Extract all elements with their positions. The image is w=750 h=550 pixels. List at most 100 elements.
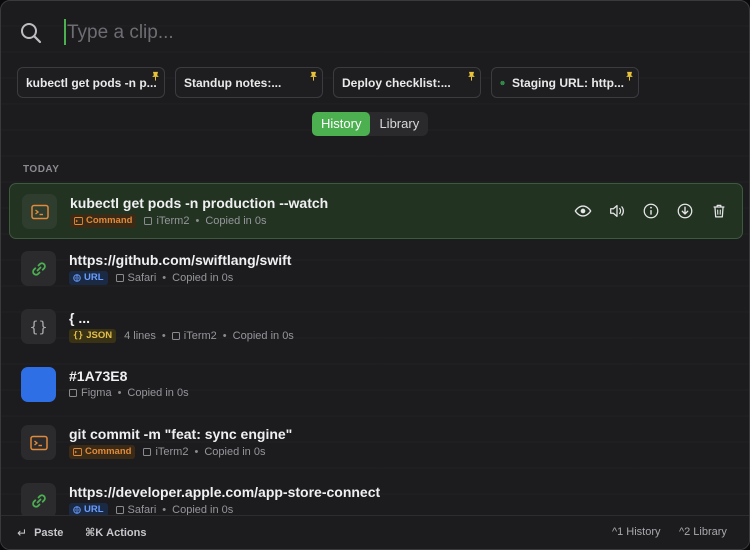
separator-dot: • bbox=[162, 272, 167, 284]
search-bar bbox=[17, 15, 733, 51]
app-icon bbox=[144, 217, 153, 225]
separator-dot: • bbox=[161, 330, 166, 342]
clip-row[interactable]: https://github.com/swiftlang/swift URL S… bbox=[9, 241, 743, 297]
actions-label: Actions bbox=[106, 526, 147, 539]
source-app: Figma bbox=[81, 387, 112, 399]
app-icon bbox=[69, 389, 77, 397]
clip-thumbnail bbox=[21, 425, 56, 460]
section-header-today: TODAY bbox=[23, 164, 60, 175]
pinned-clip[interactable]: kubectl get pods -n p... bbox=[17, 67, 165, 98]
clip-meta: Figma • Copied in 0s bbox=[69, 387, 189, 399]
source-app: Safari bbox=[127, 272, 157, 284]
pinned-clip-label: Standup notes:... bbox=[184, 75, 282, 90]
type-badge-command: Command bbox=[69, 445, 136, 459]
source-app: iTerm2 bbox=[156, 215, 190, 227]
search-input[interactable] bbox=[63, 15, 563, 51]
actions-key: ⌘K bbox=[85, 527, 104, 539]
pin-icon bbox=[468, 71, 475, 81]
pin-icon bbox=[152, 71, 159, 81]
history-shortcut[interactable]: ^1 History bbox=[612, 526, 661, 538]
search-icon bbox=[21, 23, 42, 44]
clip-title: #1A73E8 bbox=[69, 368, 128, 384]
text-caret bbox=[64, 19, 66, 45]
type-badge-label: Command bbox=[85, 446, 132, 457]
separator-dot: • bbox=[222, 330, 227, 342]
pinned-clip[interactable]: Standup notes:... bbox=[175, 67, 323, 98]
eye-icon[interactable] bbox=[574, 202, 592, 220]
pinned-clip-label: Deploy checklist:... bbox=[342, 75, 451, 90]
clip-title: https://github.com/swiftlang/swift bbox=[69, 252, 292, 268]
library-shortcut[interactable]: ^2 Library bbox=[679, 526, 727, 538]
clip-row[interactable]: kubectl get pods -n production --watch C… bbox=[9, 183, 743, 239]
clipboard-window: kubectl get pods -n p... Standup notes:.… bbox=[0, 0, 750, 550]
terminal-icon bbox=[30, 204, 49, 219]
clip-thumbnail bbox=[21, 251, 56, 286]
speaker-icon[interactable] bbox=[608, 202, 626, 220]
clip-meta: Command iTerm2 • Copied in 0s bbox=[69, 445, 265, 459]
type-badge-command: Command bbox=[70, 214, 137, 228]
pinned-clip-label: kubectl get pods -n p... bbox=[26, 75, 157, 90]
app-icon bbox=[115, 274, 124, 282]
source-app: iTerm2 bbox=[155, 446, 189, 458]
clip-row[interactable]: #1A73E8 Figma • Copied in 0s bbox=[9, 357, 743, 413]
download-icon[interactable] bbox=[676, 202, 694, 220]
braces-icon: {} bbox=[73, 331, 84, 341]
clip-title: kubectl get pods -n production --watch bbox=[70, 195, 329, 211]
library-key: ^2 bbox=[679, 526, 691, 538]
separator-dot: • bbox=[194, 446, 199, 458]
tab-library[interactable]: Library bbox=[370, 112, 428, 136]
copied-time: Copied in 0s bbox=[172, 272, 234, 284]
type-badge-json: {} JSON bbox=[69, 329, 117, 343]
clip-row[interactable]: {} { ... {} JSON 4 lines • iTerm2 • Copi… bbox=[9, 299, 743, 355]
row-actions bbox=[574, 202, 728, 220]
history-key: ^1 bbox=[612, 526, 624, 538]
pinned-clip-label: Staging URL: http... bbox=[512, 75, 624, 90]
paste-label: Paste bbox=[34, 527, 64, 539]
app-icon bbox=[171, 332, 180, 340]
actions-shortcut[interactable]: ⌘K Actions bbox=[85, 526, 147, 540]
clip-title: { ... bbox=[69, 310, 91, 326]
library-label: Library bbox=[693, 526, 727, 538]
pinned-clip[interactable]: Staging URL: http... bbox=[491, 67, 639, 98]
type-badge-label: URL bbox=[84, 272, 104, 283]
pinned-clips: kubectl get pods -n p... Standup notes:.… bbox=[17, 67, 639, 98]
tab-history[interactable]: History bbox=[312, 112, 371, 136]
clip-thumbnail bbox=[22, 194, 57, 229]
type-badge-url: URL bbox=[69, 271, 108, 285]
terminal-icon bbox=[74, 217, 83, 225]
app-icon bbox=[115, 506, 124, 514]
clip-meta: Command iTerm2 • Copied in 0s bbox=[70, 214, 266, 228]
clip-thumbnail bbox=[21, 483, 56, 518]
globe-icon bbox=[500, 80, 505, 85]
view-tabs: History Library bbox=[312, 112, 429, 136]
terminal-icon bbox=[73, 448, 82, 456]
link-icon bbox=[31, 493, 46, 508]
clip-row[interactable]: git commit -m "feat: sync engine" Comman… bbox=[9, 415, 743, 471]
color-swatch bbox=[21, 367, 56, 402]
footer-bar: ↵ Paste ⌘K Actions ^1 History ^2 Library bbox=[1, 515, 749, 549]
info-icon[interactable] bbox=[642, 202, 660, 220]
separator-dot: • bbox=[195, 215, 200, 227]
trash-icon[interactable] bbox=[710, 202, 728, 220]
separator-dot: • bbox=[117, 387, 122, 399]
link-icon bbox=[31, 261, 46, 276]
clip-thumbnail: {} bbox=[21, 309, 56, 344]
paste-shortcut[interactable]: ↵ Paste bbox=[17, 526, 63, 540]
pinned-clip[interactable]: Deploy checklist:... bbox=[333, 67, 481, 98]
copied-time: Copied in 0s bbox=[232, 330, 294, 342]
type-badge-label: JSON bbox=[86, 330, 113, 341]
clip-title: https://developer.apple.com/app-store-co… bbox=[69, 484, 381, 500]
copied-time: Copied in 0s bbox=[204, 446, 266, 458]
clip-meta: {} JSON 4 lines • iTerm2 • Copied in 0s bbox=[69, 329, 294, 343]
pin-icon bbox=[310, 71, 317, 81]
source-app: iTerm2 bbox=[183, 330, 217, 342]
globe-icon bbox=[73, 506, 81, 514]
terminal-icon bbox=[29, 435, 48, 450]
clip-meta: URL Safari • Copied in 0s bbox=[69, 271, 233, 285]
copied-time: Copied in 0s bbox=[127, 387, 189, 399]
copied-time: Copied in 0s bbox=[205, 215, 267, 227]
pin-icon bbox=[626, 71, 633, 81]
line-count: 4 lines bbox=[124, 330, 156, 342]
return-key-icon: ↵ bbox=[17, 526, 28, 540]
history-label: History bbox=[626, 526, 661, 538]
